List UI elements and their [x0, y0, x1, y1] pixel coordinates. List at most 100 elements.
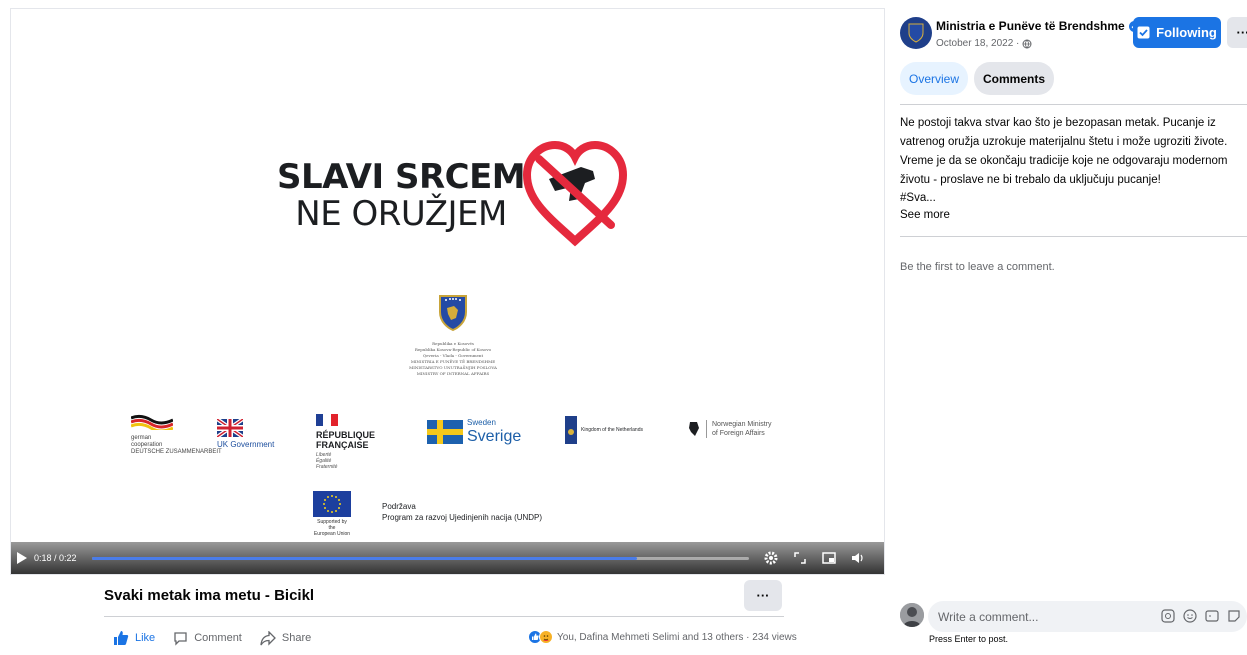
divider: [104, 616, 784, 617]
empty-comments-text: Be the first to leave a comment.: [900, 261, 1055, 273]
pip-button[interactable]: [821, 550, 837, 566]
post-viewer: SLAVI SRCEM NE ORUŽJEM Republika e Kosov…: [0, 0, 1247, 655]
kosovo-shield-icon: [908, 23, 924, 43]
reactions-summary[interactable]: You, Dafina Mehmeti Selimi and 13 others…: [528, 630, 797, 644]
share-label: Share: [281, 632, 312, 644]
following-button[interactable]: Following: [1133, 17, 1221, 48]
netherlands-logo: Kingdom of the Netherlands: [565, 416, 643, 444]
france-motto: Fraternité: [316, 464, 338, 470]
norway-text: of Foreign Affairs: [712, 430, 765, 437]
globe-icon: [1022, 39, 1032, 49]
eu-text: Supported by the: [317, 519, 347, 531]
republique-francaise-logo: RÉPUBLIQUE FRANÇAISE Liberté Égalité Fra…: [316, 414, 375, 470]
german-flag-wave-icon: [130, 414, 174, 433]
sweden-logo: Sweden Sverige: [427, 418, 521, 446]
speaker-icon: [852, 553, 863, 563]
comment-input[interactable]: Write a comment...: [928, 601, 1247, 632]
sverige-text: Sverige: [467, 428, 522, 445]
partner-logos: german cooperation DEUTSCHE ZUSAMMENARBE…: [121, 414, 781, 470]
video-more-button[interactable]: ···: [744, 580, 782, 611]
picture-in-picture-icon: [822, 552, 836, 564]
uk-text: UK Government: [217, 440, 275, 449]
page-name-text: Ministria e Punëve të Brendshme: [936, 19, 1125, 33]
post-tabs: Overview Comments: [900, 62, 1060, 95]
german-text: DEUTSCHE ZUSAMMENARBEIT: [131, 449, 222, 455]
france-text: FRANÇAISE: [316, 440, 369, 450]
video-title: Svaki metak ima metu - Bicikl: [104, 587, 315, 604]
post-date[interactable]: October 18, 2022 ·: [936, 38, 1032, 49]
norway-text: Norwegian Ministry: [712, 421, 772, 428]
sticker-icon[interactable]: [1227, 609, 1241, 623]
undp-support-text: Podržava Program za razvoj Ujedinjenih n…: [382, 501, 542, 523]
sweden-text: Sweden: [467, 418, 496, 427]
expand-icon: [794, 552, 806, 564]
page-avatar[interactable]: [900, 17, 932, 49]
see-more-link[interactable]: See more: [900, 209, 950, 221]
following-label: Following: [1156, 25, 1217, 40]
page-name[interactable]: Ministria e Punëve të Brendshme: [936, 19, 1140, 33]
post-actions: Like Comment Share: [113, 630, 329, 646]
thumbs-up-icon: [113, 630, 129, 646]
netherlands-text: Kingdom of the Netherlands: [581, 427, 643, 433]
netherlands-crest-icon: [565, 416, 577, 444]
uk-flag-icon: [215, 417, 245, 439]
comment-bubble-icon: [173, 631, 188, 646]
following-check-icon: [1137, 26, 1150, 39]
german-cooperation-logo: german cooperation DEUTSCHE ZUSAMMENARBE…: [130, 414, 222, 456]
slogan-line-2: NE ORUŽJEM: [295, 194, 507, 234]
user-avatar[interactable]: [900, 603, 924, 627]
user-photo-icon: [900, 603, 924, 627]
french-flag-icon: [316, 414, 338, 426]
gear-icon: [764, 551, 778, 565]
france-text: RÉPUBLIQUE: [316, 430, 376, 440]
comment-label: Comment: [194, 632, 242, 644]
eu-text: European Union: [313, 531, 351, 537]
video-time: 0:18 / 0:22: [34, 553, 77, 563]
avatar-sticker-icon[interactable]: [1161, 609, 1175, 623]
german-text: cooperation: [131, 442, 163, 448]
care-reaction-icon: [539, 630, 553, 644]
kosovo-shield-icon: [439, 295, 467, 332]
campaign-slogan: SLAVI SRCEM NE ORUŽJEM: [277, 157, 526, 234]
german-text: german: [131, 435, 152, 441]
divider: [900, 104, 1247, 105]
crest-caption: Republika e Kosovës Republika Kosova-Rep…: [398, 341, 508, 377]
post-hashtag: #Sva...: [900, 192, 936, 204]
tab-overview[interactable]: Overview: [900, 62, 969, 95]
eu-logo: Supported by the European Union: [313, 491, 351, 537]
comment-placeholder: Write a comment...: [938, 609, 1039, 624]
video-controls: 0:18 / 0:22: [11, 542, 884, 574]
share-arrow-icon: [260, 630, 276, 646]
emoji-icon[interactable]: [1183, 609, 1197, 623]
heart-no-gun-icon: [522, 140, 628, 247]
post-body-text: Ne postoji takva stvar kao što je bezopa…: [900, 117, 1228, 186]
share-button[interactable]: Share: [260, 630, 312, 646]
gif-icon[interactable]: [1205, 609, 1219, 623]
comment-hint: Press Enter to post.: [929, 634, 1009, 644]
post-date-text: October 18, 2022 ·: [936, 38, 1020, 49]
reactions-text: You, Dafina Mehmeti Selimi and 13 others…: [557, 631, 797, 643]
crest-text-line: MINISTRY OF INTERNAL AFFAIRS: [416, 371, 490, 376]
page-more-button[interactable]: ···: [1227, 17, 1247, 48]
play-button[interactable]: [12, 542, 32, 574]
post-sidebar: Ministria e Punëve të Brendshme October …: [893, 0, 1247, 655]
kosovo-ministry-crest: Republika e Kosovës Republika Kosova-Rep…: [398, 294, 508, 377]
norway-mfa-logo: Norwegian Ministry of Foreign Affairs: [687, 420, 772, 438]
tab-comments[interactable]: Comments: [974, 62, 1055, 95]
settings-button[interactable]: [763, 550, 779, 566]
swedish-flag-icon: [427, 420, 463, 444]
video-player[interactable]: SLAVI SRCEM NE ORUŽJEM Republika e Kosov…: [10, 8, 885, 575]
fullscreen-button[interactable]: [792, 550, 808, 566]
undp-line: Podržava: [382, 502, 416, 511]
video-progress-fill: [92, 556, 638, 560]
comment-button[interactable]: Comment: [173, 631, 242, 646]
volume-button[interactable]: [850, 550, 866, 566]
divider: [900, 236, 1247, 237]
norway-lion-icon: [689, 422, 699, 436]
video-progress-bar[interactable]: [92, 556, 749, 560]
eu-flag-icon: [313, 491, 351, 517]
uk-government-logo: UK Government: [215, 417, 275, 449]
undp-line: Program za razvoj Ujedinjenih nacija (UN…: [382, 513, 543, 522]
like-button[interactable]: Like: [113, 630, 155, 646]
slogan-line-1: SLAVI SRCEM: [277, 157, 526, 197]
